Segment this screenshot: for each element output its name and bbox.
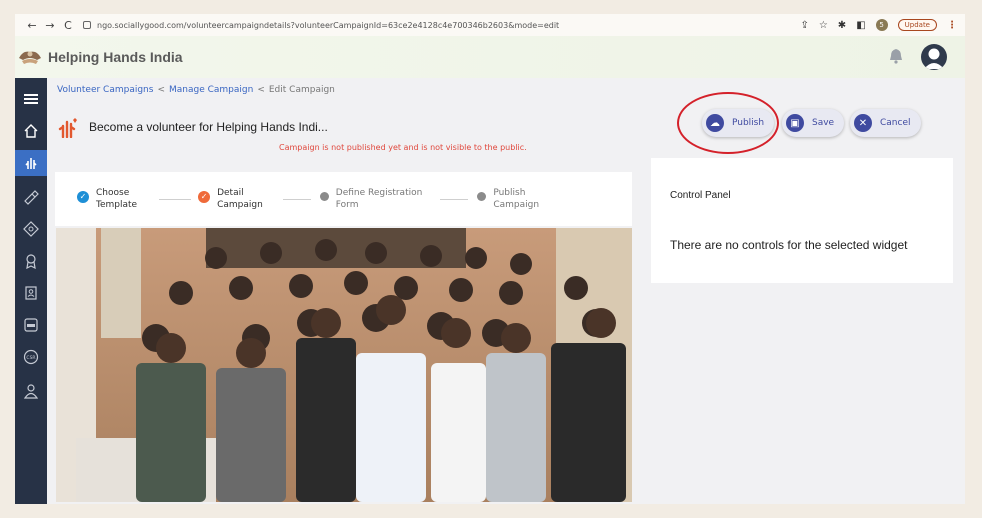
step-detail-campaign[interactable]: ✓ Detail Campaign: [198, 187, 263, 211]
step-label: Campaign: [217, 200, 263, 210]
forward-icon[interactable]: →: [41, 19, 59, 32]
browser-profile-icon[interactable]: 5: [875, 19, 888, 31]
sidebar: CSR: [15, 78, 47, 504]
share-icon[interactable]: ⇪: [800, 20, 808, 31]
control-panel-message: There are no controls for the selected w…: [670, 238, 908, 252]
star-icon[interactable]: ☆: [819, 20, 828, 31]
campaign-photo[interactable]: [56, 228, 632, 502]
step-label: Template: [96, 200, 138, 210]
svg-text:CSR: CSR: [26, 355, 35, 361]
save-icon: ▣: [786, 114, 804, 132]
helping-hands-logo: [19, 51, 41, 64]
back-icon[interactable]: ←: [23, 19, 41, 32]
reload-icon[interactable]: C: [59, 19, 77, 32]
home-icon[interactable]: [15, 118, 47, 144]
campaign-title: Become a volunteer for Helping Hands Ind…: [89, 120, 328, 134]
breadcrumb-manage-campaign[interactable]: Manage Campaign: [169, 85, 253, 95]
step-label: Choose: [96, 188, 130, 198]
save-label: Save: [812, 118, 835, 128]
breadcrumb-current: Edit Campaign: [268, 85, 335, 95]
brand-name: Helping Hands India: [48, 49, 183, 65]
breadcrumb-separator: <: [257, 85, 265, 95]
contacts-icon[interactable]: [15, 280, 47, 306]
step-define-registration-form[interactable]: Define Registration Form: [318, 187, 423, 211]
check-icon: ✓: [77, 191, 89, 203]
cancel-label: Cancel: [880, 118, 911, 128]
volunteer-group-photo: [56, 228, 632, 502]
bell-icon[interactable]: [889, 48, 903, 64]
address-bar[interactable]: ngo.sociallygood.com/volunteercampaignde…: [83, 21, 800, 30]
campaign-steps: ✓ Choose Template ✓ Detail Campaign Define…: [55, 172, 632, 226]
cancel-icon: ✕: [854, 114, 872, 132]
step-label: Publish: [493, 188, 526, 198]
csr-icon[interactable]: CSR: [15, 344, 47, 370]
campaign-icon[interactable]: [15, 184, 47, 210]
step-label: Define Registration: [335, 188, 423, 198]
user-avatar[interactable]: [921, 44, 947, 70]
breadcrumb-volunteer-campaigns[interactable]: Volunteer Campaigns: [57, 85, 153, 95]
step-publish-campaign[interactable]: Publish Campaign: [475, 187, 539, 211]
lock-icon: [83, 21, 91, 29]
side-panel-icon[interactable]: ◧: [856, 20, 865, 31]
save-button[interactable]: ▣ Save: [782, 109, 845, 137]
users-icon[interactable]: [15, 378, 47, 404]
publish-highlight-circle: [677, 92, 779, 154]
update-button[interactable]: Update: [897, 19, 937, 31]
campaign-header: Become a volunteer for Helping Hands Ind…: [57, 116, 328, 138]
badge-icon[interactable]: [15, 216, 47, 242]
volunteer-hand-icon[interactable]: [15, 150, 47, 176]
menu-icon[interactable]: [15, 86, 47, 112]
step-label: Detail: [217, 188, 244, 198]
control-panel-title: Control Panel: [670, 190, 731, 201]
breadcrumb-separator: <: [157, 85, 165, 95]
cancel-button[interactable]: ✕ Cancel: [850, 109, 921, 137]
pending-dot-icon: [319, 192, 329, 201]
main-content: Volunteer Campaigns < Manage Campaign < …: [47, 78, 965, 504]
user-icon: [924, 48, 944, 69]
browser-menu-icon[interactable]: ⋮: [947, 20, 957, 31]
app-header: Helping Hands India: [15, 36, 965, 78]
browser-toolbar: ← → C ngo.sociallygood.com/volunteercamp…: [15, 14, 965, 36]
step-label: Campaign: [493, 200, 540, 210]
step-connector: [440, 198, 469, 200]
step-label: Form: [335, 200, 359, 210]
control-panel: Control Panel There are no controls for …: [651, 158, 953, 283]
award-icon[interactable]: [15, 248, 47, 274]
breadcrumb: Volunteer Campaigns < Manage Campaign < …: [57, 85, 335, 95]
step-connector: [282, 198, 311, 200]
ngo-icon[interactable]: [15, 312, 47, 338]
step-connector: [159, 198, 192, 200]
volunteer-hands-icon: [58, 118, 77, 138]
extensions-icon[interactable]: ✱: [838, 20, 846, 31]
step-choose-template[interactable]: ✓ Choose Template: [77, 187, 137, 211]
pending-dot-icon: [477, 192, 487, 201]
check-icon: ✓: [198, 191, 211, 203]
url-text: ngo.sociallygood.com/volunteercampaignde…: [97, 20, 560, 30]
publish-warning: Campaign is not published yet and is not…: [279, 143, 527, 152]
